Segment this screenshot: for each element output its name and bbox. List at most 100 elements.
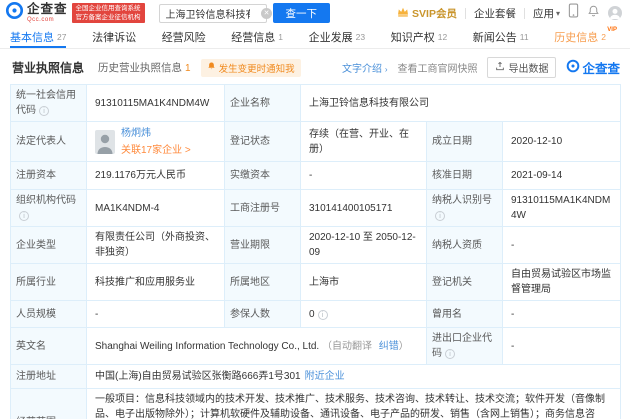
divider bbox=[523, 7, 525, 19]
field-label: 组织机构代码i bbox=[10, 189, 87, 227]
table-row: 所属行业 科技推广和应用服务业 所属地区 上海市 登记机关 自由贸易试验区市场监督管理局 bbox=[10, 263, 622, 301]
tab-label: 法律诉讼 bbox=[92, 32, 137, 44]
tab-bar: 基本信息 27 法律诉讼 经营风险 经营信息 1 企业发展 23 知识产权 12 新闻公告 11 历史信… bbox=[0, 26, 630, 49]
field-value: - bbox=[501, 300, 622, 328]
vip-tag: VIP bbox=[607, 27, 617, 33]
field-value: 上海卫铃信息科技有限公司 bbox=[299, 84, 622, 122]
related-companies-link[interactable]: 关联17家企业 > bbox=[121, 143, 191, 158]
info-icon[interactable]: i bbox=[435, 211, 445, 221]
qcc-logo-icon bbox=[5, 1, 24, 25]
english-name-cell: Shanghai Weiling Information Technology … bbox=[86, 327, 427, 365]
mobile-app-icon[interactable] bbox=[568, 3, 579, 23]
brand-name: 企查查 bbox=[27, 2, 68, 17]
field-label: 核准日期 bbox=[426, 161, 503, 190]
tab-label: 基本信息 bbox=[10, 32, 54, 44]
field-label: 登记机关 bbox=[426, 263, 503, 301]
field-label: 参保人数 bbox=[224, 300, 301, 328]
table-row: 注册资本 219.1176万元人民币 实缴资本 - 核准日期 2021-09-14 bbox=[10, 161, 622, 190]
field-label: 工商注册号 bbox=[224, 189, 301, 227]
info-icon[interactable]: i bbox=[317, 309, 328, 320]
notify-change-badge[interactable]: 发生变更时通知我 bbox=[200, 58, 301, 77]
field-label: 所属地区 bbox=[224, 263, 301, 301]
field-value: 91310115MA1K4NDM4W bbox=[86, 84, 225, 122]
field-label: 所属行业 bbox=[10, 263, 87, 301]
info-icon[interactable]: i bbox=[39, 106, 49, 116]
export-button[interactable]: 导出数据 bbox=[487, 57, 557, 78]
field-label: 登记状态 bbox=[224, 121, 301, 162]
legal-rep-links: 杨炯炜关联17家企业 > bbox=[121, 126, 191, 158]
history-license-label: 历史营业执照信息 bbox=[98, 62, 183, 74]
tab-count: 23 bbox=[355, 32, 366, 42]
field-value: 2020-12-10 至 2050-12-09 bbox=[300, 226, 427, 264]
field-value: - bbox=[501, 327, 622, 365]
field-value: 有限责任公司（外商投资、非独资） bbox=[86, 226, 225, 264]
tab-business-risk[interactable]: 经营风险 bbox=[162, 26, 206, 48]
notification-bell-icon[interactable] bbox=[587, 4, 600, 23]
brand-domain: Qcc.com bbox=[27, 16, 55, 23]
field-label: 法定代表人 bbox=[10, 121, 87, 162]
apps-label: 应用 bbox=[532, 7, 554, 20]
field-label: 曾用名 bbox=[426, 300, 503, 328]
legal-rep-avatar[interactable] bbox=[95, 129, 115, 154]
qcc-watermark-icon bbox=[566, 59, 580, 76]
field-label: 成立日期 bbox=[426, 121, 503, 162]
bell-icon bbox=[207, 61, 216, 74]
table-row: 英文名 Shanghai Weiling Information Technolo… bbox=[10, 327, 622, 365]
table-row: 注册地址 中国(上海)自由贸易试验区张衡路666弄1号301 附近企业 bbox=[10, 364, 622, 389]
apps-menu[interactable]: 应用 ▾ bbox=[533, 6, 560, 21]
export-label: 导出数据 bbox=[508, 64, 549, 75]
certification-line1: 全国企业信用查询系统 bbox=[75, 4, 141, 12]
history-license-link[interactable]: 历史营业执照信息 1 bbox=[98, 60, 191, 75]
legal-rep-cell: 杨炯炜关联17家企业 > bbox=[86, 121, 225, 162]
app-window: 企查查 Qcc.com 全国企业信用查询系统 官方备案企业征信机构 ✕ 查一下 … bbox=[0, 0, 630, 419]
clear-icon[interactable]: ✕ bbox=[261, 7, 273, 19]
field-value: 0i bbox=[300, 300, 427, 328]
svip-link[interactable]: SVIP会员 bbox=[397, 6, 457, 21]
section-toolbar: 营业执照信息 历史营业执照信息 1 发生变更时通知我 文字介绍 › 查看工商官网快… bbox=[0, 49, 630, 84]
search-button[interactable]: 查一下 bbox=[272, 3, 331, 23]
crown-icon bbox=[397, 7, 409, 20]
info-icon[interactable]: i bbox=[445, 349, 455, 359]
tab-legal-proceedings[interactable]: 法律诉讼 bbox=[92, 26, 136, 48]
search-box: ✕ 查一下 bbox=[158, 3, 331, 23]
tab-company-development[interactable]: 企业发展 23 bbox=[309, 26, 365, 48]
license-table-body: 统一社会信用代码 i 91310115MA1K4NDM4W 企业名称 上海卫铃信息科技有… bbox=[10, 84, 622, 419]
field-label: 英文名 bbox=[10, 327, 87, 365]
text-intro-label: 文字介绍 bbox=[342, 64, 383, 75]
toolbar-right: 文字介绍 › 查看工商官网快照 导出数据 企查查 bbox=[342, 57, 620, 78]
legal-rep-link[interactable]: 杨炯炜 bbox=[121, 126, 191, 141]
table-row: 企业类型 有限责任公司（外商投资、非独资） 营业期限 2020-12-10 至 205… bbox=[10, 226, 622, 264]
tab-label: 经营信息 bbox=[231, 32, 276, 44]
top-bar: 企查查 Qcc.com 全国企业信用查询系统 官方备案企业征信机构 ✕ 查一下 … bbox=[0, 0, 630, 26]
field-label: 人员规模 bbox=[10, 300, 87, 328]
field-value: - bbox=[501, 226, 622, 264]
package-link[interactable]: 企业套餐 bbox=[474, 6, 516, 21]
tab-basic-info[interactable]: 基本信息 27 bbox=[10, 26, 66, 48]
field-value: 一般项目：信息科技领域内的技术开发、技术推广、技术服务、技术咨询、技术转让、技术… bbox=[85, 388, 622, 419]
table-row: 人员规模 - 参保人数 0 i 曾用名 - bbox=[10, 300, 622, 328]
snapshot-link[interactable]: 查看工商官网快照 bbox=[397, 60, 477, 75]
correction-link[interactable]: 纠错 bbox=[379, 341, 399, 352]
tab-intellectual-property[interactable]: 知识产权 12 bbox=[391, 26, 447, 48]
field-value: 上海市 bbox=[300, 263, 427, 301]
tab-business-info[interactable]: 经营信息 1 bbox=[231, 26, 283, 48]
tab-label: 知识产权 bbox=[390, 32, 435, 44]
table-row: 法定代表人 杨炯炜 关联17家企业 > 登记状态 存续（在营、开业、在册） 成立日期 202… bbox=[10, 121, 622, 162]
text-intro-link[interactable]: 文字介绍 › bbox=[342, 60, 387, 75]
table-row: 组织机构代码i MA1K4NDM-4 工商注册号 310141400105171 纳税人… bbox=[10, 189, 622, 227]
user-avatar[interactable] bbox=[608, 6, 622, 20]
field-label: 纳税人资质 bbox=[426, 226, 503, 264]
field-value: 310141400105171 bbox=[300, 189, 427, 227]
tab-count: 2 bbox=[601, 32, 606, 42]
english-name: Shanghai Weiling Information Technology … bbox=[95, 340, 320, 352]
tab-count: 12 bbox=[437, 32, 448, 42]
qcc-watermark: 企查查 bbox=[566, 58, 620, 77]
tab-news-announcements[interactable]: 新闻公告 11 bbox=[473, 26, 529, 48]
search-input[interactable] bbox=[158, 3, 267, 23]
nearby-companies-link[interactable]: 附近企业 bbox=[305, 371, 345, 382]
svip-label: SVIP会员 bbox=[412, 7, 457, 20]
qcc-logo[interactable]: 企查查 Qcc.com bbox=[5, 1, 68, 25]
info-icon[interactable]: i bbox=[19, 211, 29, 221]
tab-history-info[interactable]: 历史信息 2 VIP bbox=[554, 26, 617, 48]
field-label: 企业类型 bbox=[10, 226, 87, 264]
